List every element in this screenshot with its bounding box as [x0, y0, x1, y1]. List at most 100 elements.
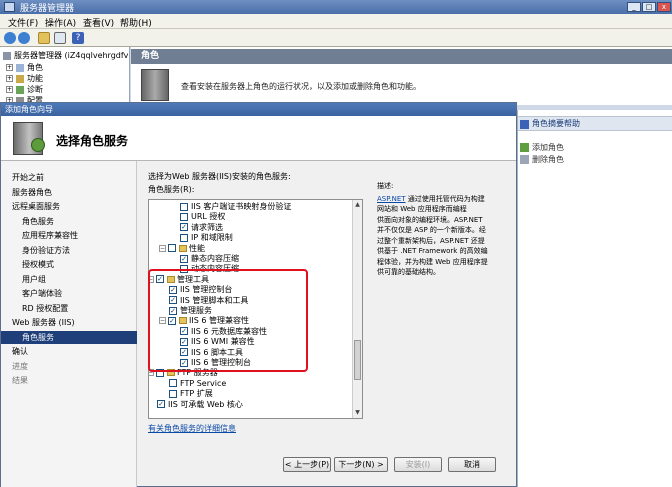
role-service-label: IIS 可承载 Web 核心 — [168, 399, 243, 409]
roles-header: 角色 — [131, 49, 672, 64]
close-button[interactable]: x — [657, 2, 671, 12]
up-folder-icon[interactable] — [38, 32, 50, 44]
wizard-header: 选择角色服务 — [1, 116, 516, 161]
tree-root[interactable]: 服务器管理器 (iZ4qqlvehrgdfv — [3, 50, 128, 61]
scroll-down-icon[interactable]: ▼ — [353, 408, 362, 418]
menu-bar: 文件(F) 操作(A) 查看(V) 帮助(H) — [0, 14, 672, 29]
roles-summary-help-link[interactable]: 角色摘要帮助 — [518, 116, 672, 131]
navigation-tree: 服务器管理器 (iZ4qqlvehrgdfv + 角色 + 功能 + 诊断 + 配置 — [0, 47, 130, 105]
description-line: 网站和 Web 应用程序而编程 — [377, 205, 467, 213]
description-text: 通过使用托管代码为构建 — [407, 194, 485, 203]
menu-view[interactable]: 查看(V) — [83, 16, 114, 29]
role-service-item[interactable]: URL 授权 — [180, 212, 225, 222]
checkbox[interactable]: ✓ — [157, 400, 165, 409]
scroll-up-icon[interactable]: ▲ — [353, 200, 362, 210]
role-service-label: FTP Service — [180, 378, 227, 388]
wizard-step[interactable]: Web 服务器 (IIS) — [1, 316, 137, 329]
description-label: 描述: — [377, 182, 394, 190]
wizard-step[interactable]: 确认 — [1, 345, 137, 358]
server-manager-icon — [4, 2, 15, 12]
menu-action[interactable]: 操作(A) — [45, 16, 76, 29]
role-service-item[interactable]: ✓ 静态内容压缩 — [180, 254, 239, 264]
wizard-step[interactable]: 客户端体验 — [1, 287, 137, 300]
menu-help[interactable]: 帮助(H) — [120, 16, 152, 29]
role-service-label: 性能 — [189, 243, 205, 253]
role-service-item[interactable]: IIS 客户端证书映射身份验证 — [180, 202, 291, 212]
list-scrollbar[interactable]: ▲ ▼ — [352, 200, 362, 418]
actions-pane: 角色摘要帮助 添加角色 删除角色 — [517, 110, 672, 487]
add-badge-icon — [31, 138, 45, 152]
description-line: 过整个重新架构后，ASP.NET 还提 — [377, 236, 485, 245]
role-service-label: URL 授权 — [191, 212, 226, 222]
wizard-step[interactable]: 角色服务 — [1, 215, 137, 228]
role-service-label: IIS 客户端证书映射身份验证 — [191, 202, 292, 211]
back-icon[interactable] — [4, 32, 16, 44]
description-panel: 描述: ASP.NET 通过使用托管代码为构建 网站和 Web 应用程序而编程 供面… — [377, 181, 509, 278]
forward-icon[interactable] — [18, 32, 30, 44]
wizard-step[interactable]: 授权模式 — [1, 258, 137, 271]
role-service-item[interactable]: ✓ IIS 可承载 Web 核心 — [157, 400, 243, 410]
wizard-step[interactable]: 远程桌面服务 — [1, 200, 137, 213]
description-line: 程体验，并为构建 Web 应用程序提 — [377, 257, 488, 266]
server-role-icon — [141, 69, 169, 101]
role-service-item[interactable]: FTP 扩展 — [169, 389, 213, 399]
more-info-link[interactable]: 有关角色服务的详细信息 — [148, 423, 236, 434]
cancel-button[interactable]: 取消 — [448, 457, 496, 472]
wizard-step[interactable]: 身份验证方法 — [1, 244, 137, 257]
description-line: ASP.NET 通过使用托管代码为构建 — [377, 194, 509, 205]
maximize-button[interactable]: □ — [642, 2, 656, 12]
wizard-step[interactable]: 用户组 — [1, 273, 137, 286]
help-icon — [520, 120, 529, 129]
tree-item-diagnostics[interactable]: + 诊断 — [6, 84, 43, 95]
checkbox[interactable] — [168, 244, 176, 253]
wizard-step[interactable]: 服务器角色 — [1, 186, 137, 199]
minimize-button[interactable]: _ — [627, 2, 641, 12]
asp-net-link[interactable]: ASP.NET — [377, 195, 406, 203]
remove-role-icon — [520, 155, 529, 164]
wizard-step[interactable]: RD 授权配置 — [1, 302, 137, 315]
previous-button[interactable]: < 上一步(P) — [283, 457, 331, 472]
role-services-label: 角色服务(R): — [148, 185, 195, 194]
roles-summary-text: 查看安装在服务器上角色的运行状况，以及添加或删除角色和功能。 — [181, 82, 421, 91]
role-service-label: 请求筛选 — [191, 222, 223, 232]
remove-role-link[interactable]: 删除角色 — [532, 154, 564, 165]
add-role-link[interactable]: 添加角色 — [532, 142, 564, 153]
diagnostics-icon — [16, 85, 24, 94]
checkbox[interactable] — [169, 389, 177, 398]
main-pane: 角色 查看安装在服务器上角色的运行状况，以及添加或删除角色和功能。 — [131, 47, 672, 105]
checkbox[interactable] — [180, 212, 188, 221]
wizard-step[interactable]: 结果 — [1, 374, 137, 387]
tree-item-roles[interactable]: + 角色 — [6, 62, 43, 73]
checkbox[interactable] — [169, 379, 177, 388]
role-service-item[interactable]: ✓ 请求筛选 — [180, 223, 223, 233]
show-hide-tree-icon[interactable] — [54, 32, 66, 44]
role-service-item[interactable]: FTP Service — [169, 379, 226, 389]
checkbox[interactable] — [180, 233, 188, 242]
wizard-step[interactable]: 应用程序兼容性 — [1, 229, 137, 242]
wizard-step[interactable]: 开始之前 — [1, 171, 137, 184]
wizard-steps: 开始之前 服务器角色 远程桌面服务 角色服务 应用程序兼容性 身份验证方法 授权模式 用户组客… — [1, 161, 137, 487]
checkbox[interactable]: ✓ — [180, 254, 188, 263]
checkbox[interactable]: ✓ — [180, 223, 188, 232]
instruction-text: 选择为Web 服务器(IIS)安装的角色服务: — [148, 172, 291, 181]
add-role-icon — [520, 143, 529, 152]
app-title: 服务器管理器 — [20, 4, 75, 14]
role-service-item[interactable]: IP 和域限制 — [180, 233, 233, 243]
tree-item-features[interactable]: + 功能 — [6, 73, 43, 84]
collapse-icon[interactable]: − — [159, 244, 166, 252]
scroll-thumb[interactable] — [354, 340, 361, 380]
features-icon — [16, 74, 24, 83]
help-icon[interactable]: ? — [72, 32, 84, 44]
role-service-label: FTP 扩展 — [180, 389, 213, 399]
wizard-step[interactable]: 角色服务 — [1, 330, 137, 344]
role-service-item[interactable]: − 性能 — [159, 244, 205, 254]
checkbox[interactable] — [180, 202, 188, 211]
description-line: 供基于 .NET Framework 的高效编 — [377, 247, 488, 255]
wizard-heading: 选择角色服务 — [56, 134, 129, 148]
wizard-title-bar: 添加角色向导 — [1, 103, 516, 116]
menu-file[interactable]: 文件(F) — [8, 16, 38, 29]
wizard-step[interactable]: 进度 — [1, 360, 137, 373]
install-button[interactable]: 安装(I) — [394, 457, 442, 472]
next-button[interactable]: 下一步(N) > — [334, 457, 388, 472]
server-icon — [3, 51, 11, 60]
